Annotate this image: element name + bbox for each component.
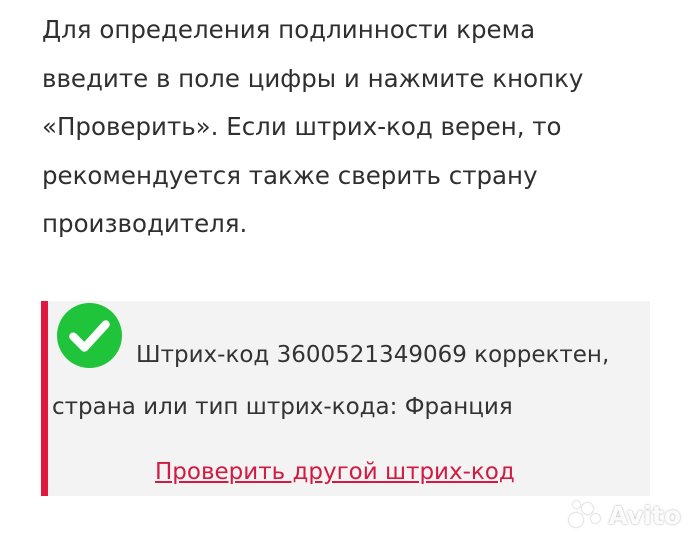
barcode-result-box: Штрих-код 3600521349069 корректен, стран… — [41, 301, 650, 496]
instructions-text: Для определения подлинности крема введит… — [42, 6, 662, 249]
instructions-line: Для определения подлинности крема — [42, 15, 536, 44]
check-another-barcode-link[interactable]: Проверить другой штрих-код — [155, 455, 515, 489]
avito-logo-icon — [568, 501, 603, 529]
instructions-line: рекомендуется также сверить страну — [42, 160, 538, 190]
result-message-line2: страна или тип штрих-кода: Франция — [52, 394, 513, 420]
instructions-line: производителя. — [42, 209, 248, 238]
result-message-line1: Штрих-код 3600521349069 корректен, — [136, 342, 610, 368]
avito-watermark: Avito — [568, 498, 681, 532]
instructions-line: введите в поле цифры и нажмите кнопку — [42, 63, 584, 93]
watermark-label: Avito — [608, 500, 681, 530]
instructions-line: «Проверить». Если штрих-код верен, то — [42, 112, 562, 141]
checkmark-circle-icon — [57, 303, 122, 368]
